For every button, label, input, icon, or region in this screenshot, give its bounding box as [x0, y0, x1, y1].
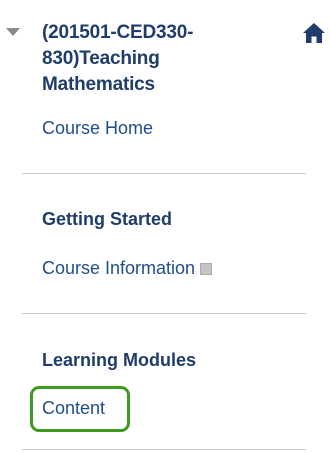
collapse-triangle-icon[interactable]	[6, 28, 20, 36]
course-home-link[interactable]: Course Home	[42, 117, 153, 139]
divider	[22, 313, 306, 314]
course-information-link[interactable]: Course Information	[42, 257, 213, 279]
course-nav-panel: (201501-CED330- 830)Teaching Mathematics…	[0, 0, 330, 453]
square-icon	[200, 263, 213, 275]
course-information-label: Course Information	[42, 258, 196, 278]
divider	[22, 449, 306, 450]
course-title[interactable]: (201501-CED330- 830)Teaching Mathematics	[42, 20, 252, 98]
section-heading-learning-modules: Learning Modules	[42, 350, 197, 370]
content-link[interactable]: Content	[42, 397, 105, 419]
home-icon[interactable]	[302, 22, 326, 44]
course-title-line3: Mathematics	[42, 74, 155, 95]
course-title-line2: 830)Teaching	[42, 48, 160, 69]
divider	[22, 173, 306, 174]
course-title-line1: (201501-CED330-	[42, 22, 194, 43]
section-heading-getting-started: Getting Started	[42, 209, 173, 229]
